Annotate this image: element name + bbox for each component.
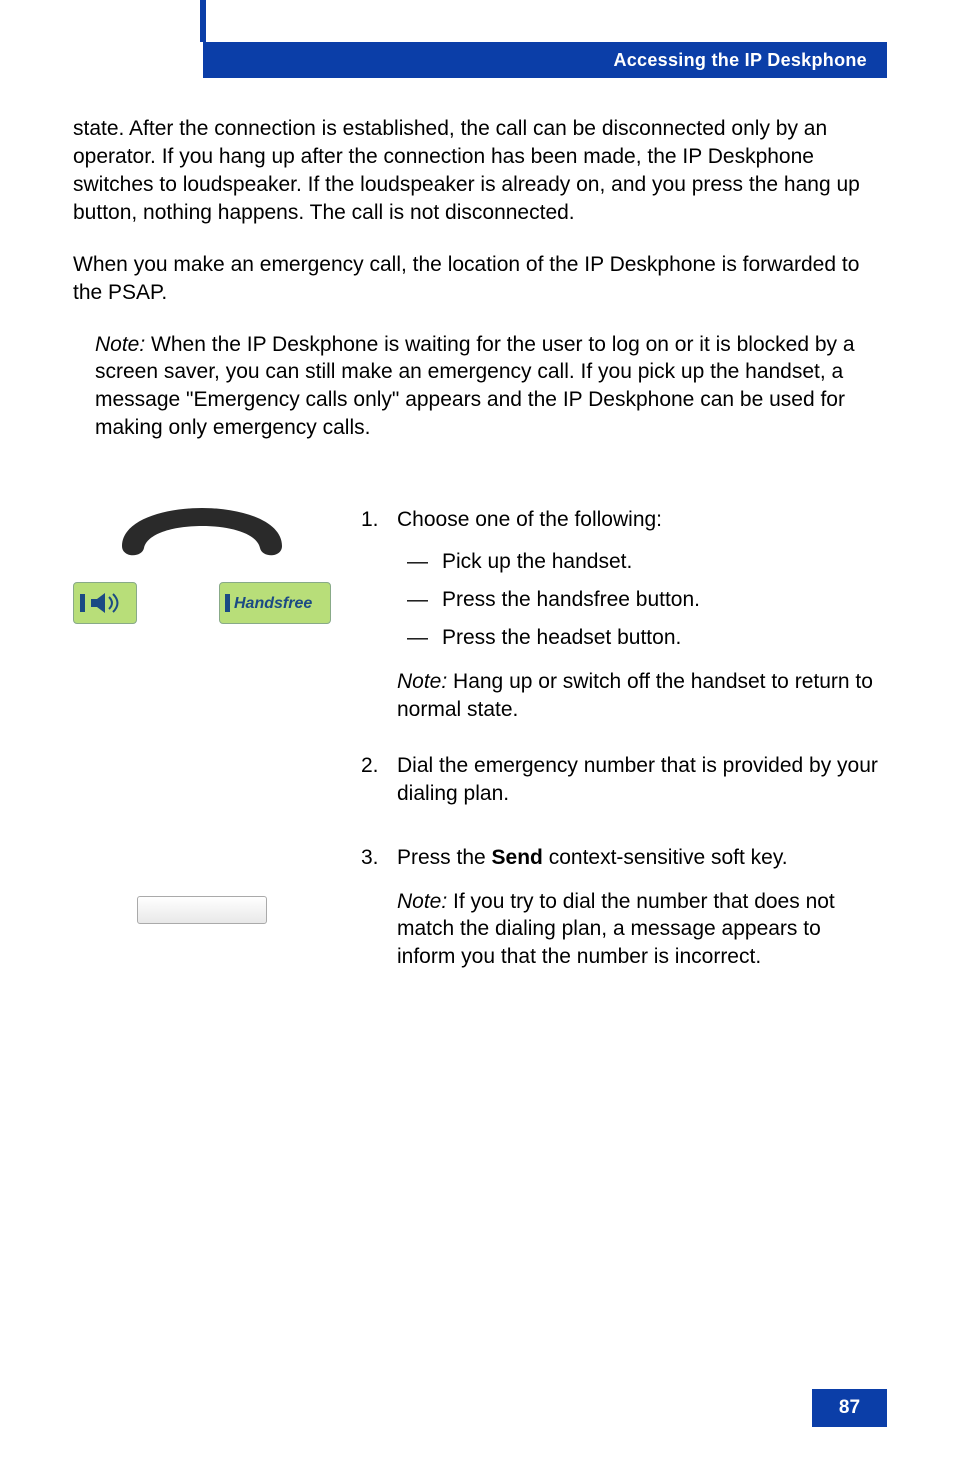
sublist-item: — Pick up the handset. (397, 548, 881, 576)
step-pre: Press the (397, 846, 492, 869)
note-label: Note: (397, 890, 447, 913)
sublist-item: — Press the handsfree button. (397, 586, 881, 614)
step-number: 2. (361, 752, 383, 808)
note-inline: Note: If you try to dial the number that… (397, 888, 881, 972)
indicator-bar-icon (225, 594, 230, 612)
header-title: Accessing the IP Deskphone (613, 50, 867, 71)
paragraph-1: state. After the connection is establish… (73, 115, 881, 227)
step-post: context-sensitive soft key. (543, 846, 788, 869)
sublist-text: Press the headset button. (442, 624, 681, 652)
note-inline: Note: Hang up or switch off the handset … (397, 668, 881, 724)
softkey-image-col (73, 844, 331, 924)
handset-icon (112, 506, 292, 564)
note-block-1: Note: When the IP Deskphone is waiting f… (95, 331, 881, 443)
sublist-text: Press the handsfree button. (442, 586, 700, 614)
instruction-text-col: 1. Choose one of the following: — Pick u… (361, 506, 881, 835)
sublist-item: — Press the headset button. (397, 624, 881, 652)
handsfree-button: Handsfree (219, 582, 331, 624)
note-label: Note: (95, 333, 145, 356)
instruction-row-2: 3. Press the Send context-sensitive soft… (73, 844, 881, 1000)
soft-key-button (137, 896, 267, 924)
step-body: Choose one of the following: — Pick up t… (397, 506, 881, 724)
note-text: When the IP Deskphone is waiting for the… (95, 333, 855, 440)
paragraph-2: When you make an emergency call, the loc… (73, 251, 881, 307)
note-text: Hang up or switch off the handset to ret… (397, 670, 873, 721)
step-body: Press the Send context-sensitive soft ke… (397, 844, 881, 972)
header-bar: Accessing the IP Deskphone (203, 42, 887, 78)
handsfree-label: Handsfree (234, 593, 312, 614)
speaker-icon (89, 591, 125, 615)
dash-icon: — (407, 548, 428, 576)
note-label: Note: (397, 670, 447, 693)
step-body: Dial the emergency number that is provid… (397, 752, 881, 808)
button-row: Handsfree (73, 582, 331, 624)
speaker-button (73, 582, 137, 624)
dash-icon: — (407, 586, 428, 614)
step-line: Press the Send context-sensitive soft ke… (397, 844, 881, 872)
page-header: Accessing the IP Deskphone (203, 0, 954, 90)
step-3: 3. Press the Send context-sensitive soft… (361, 844, 881, 972)
step-1: 1. Choose one of the following: — Pick u… (361, 506, 881, 724)
sublist: — Pick up the handset. — Press the hands… (397, 548, 881, 652)
indicator-bar-icon (80, 594, 85, 612)
step-lead: Choose one of the following: (397, 506, 881, 534)
step-number: 1. (361, 506, 383, 724)
page-number: 87 (812, 1389, 887, 1427)
note-text: If you try to dial the number that does … (397, 890, 835, 969)
step-2: 2. Dial the emergency number that is pro… (361, 752, 881, 808)
instruction-row-1: Handsfree 1. Choose one of the following… (73, 506, 881, 835)
instruction-images: Handsfree (73, 506, 331, 835)
step-number: 3. (361, 844, 383, 972)
page-content: state. After the connection is establish… (73, 115, 881, 999)
page-number-text: 87 (839, 1397, 860, 1419)
sublist-text: Pick up the handset. (442, 548, 632, 576)
instruction-text-col: 3. Press the Send context-sensitive soft… (361, 844, 881, 1000)
send-word: Send (492, 846, 543, 869)
dash-icon: — (407, 624, 428, 652)
